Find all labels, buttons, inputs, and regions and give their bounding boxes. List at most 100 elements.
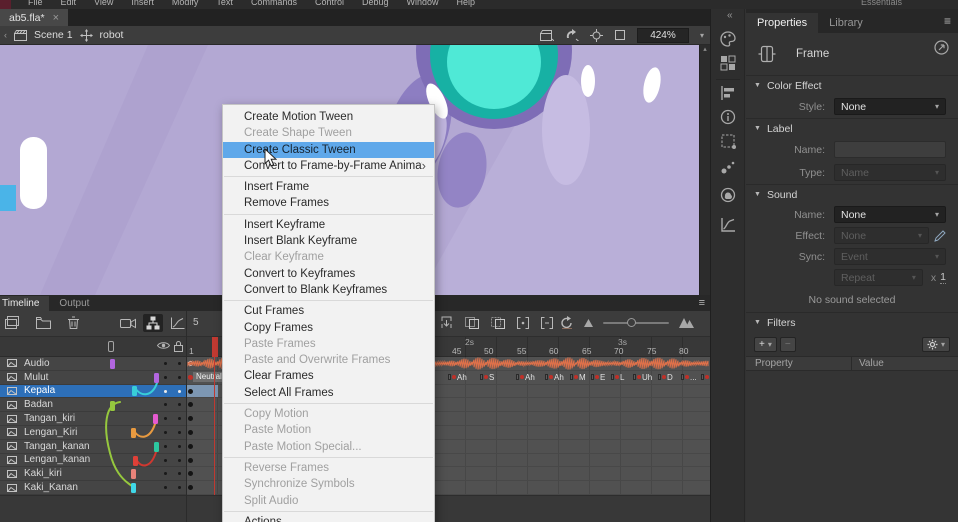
style-dropdown[interactable]: None▾ (834, 98, 946, 115)
layer-row[interactable]: Kepala (0, 385, 186, 399)
context-menu-item[interactable]: Clear Frames (223, 368, 434, 384)
layer-visibility-dot[interactable] (164, 390, 167, 393)
swatches-icon[interactable] (720, 55, 736, 71)
mouth-keyframe[interactable]: D (658, 372, 673, 383)
layer-row[interactable]: Badan (0, 398, 186, 412)
context-menu-item[interactable]: Insert Frame (223, 179, 434, 195)
layer-lock-dot[interactable] (178, 403, 181, 406)
keyframe-dot[interactable] (188, 458, 193, 463)
layer-lock-dot[interactable] (178, 472, 181, 475)
context-menu-item[interactable]: Convert to Keyframes (223, 266, 434, 282)
tab-properties[interactable]: Properties (746, 13, 818, 33)
breadcrumb-scene[interactable]: Scene 1 (34, 29, 73, 41)
stage-camera-icon[interactable] (540, 29, 554, 41)
layer-row[interactable]: Kaki_kiri (0, 467, 186, 481)
menu-item-file[interactable]: File (19, 0, 52, 9)
layer-row[interactable]: Tangan_kiri (0, 412, 186, 426)
section-sound[interactable]: ▼ Sound (746, 184, 958, 204)
context-menu-item[interactable]: Insert Blank Keyframe (223, 233, 434, 249)
layer-lock-dot[interactable] (178, 431, 181, 434)
loop-playback-icon[interactable] (560, 316, 574, 330)
mouth-keyframe[interactable]: M (570, 372, 586, 383)
eye-icon[interactable] (157, 341, 170, 350)
context-menu-item[interactable]: Cut Frames (223, 303, 434, 319)
add-filter-button[interactable]: +▾ (754, 337, 777, 352)
keyframe-dot[interactable] (188, 471, 193, 476)
breadcrumb-symbol[interactable]: robot (100, 29, 124, 41)
onion-skin-icon[interactable] (465, 317, 479, 329)
context-menu-item[interactable]: Convert to Blank Keyframes (223, 282, 434, 298)
layer-row[interactable]: Lengan_Kiri (0, 426, 186, 440)
center-stage-icon[interactable] (590, 29, 603, 42)
timeline-zoom-slider[interactable] (603, 322, 669, 324)
mouth-keyframe[interactable]: S (480, 372, 494, 383)
label-name-input[interactable] (834, 141, 946, 158)
layer-row[interactable]: Lengan_kanan (0, 454, 186, 468)
zoom-level-input[interactable]: 424% (637, 28, 689, 43)
layer-visibility-dot[interactable] (164, 472, 167, 475)
menu-item-text[interactable]: Text (207, 0, 242, 9)
camera-layer-icon[interactable] (120, 317, 136, 329)
context-menu-item[interactable]: Select All Frames (223, 385, 434, 401)
keyframe-dot[interactable] (188, 430, 193, 435)
layer-lock-dot[interactable] (178, 376, 181, 379)
context-menu-item[interactable]: Actions (223, 514, 434, 522)
clip-content-icon[interactable] (614, 29, 626, 41)
modify-markers-icon[interactable] (541, 317, 553, 329)
mouth-keyframe[interactable]: L (611, 372, 624, 383)
layer-lock-dot[interactable] (178, 459, 181, 462)
menu-item-edit[interactable]: Edit (52, 0, 86, 9)
graph-view-icon[interactable] (170, 317, 185, 330)
menu-item-window[interactable]: Window (398, 0, 448, 9)
layer-lock-dot[interactable] (178, 390, 181, 393)
mouth-keyframe[interactable]: ... (681, 372, 697, 383)
layer-lock-dot[interactable] (178, 417, 181, 420)
keyframe-dot[interactable] (188, 444, 193, 449)
remove-filter-button[interactable]: − (780, 337, 796, 352)
layer-lock-dot[interactable] (178, 445, 181, 448)
edit-symbols-icon[interactable] (565, 29, 579, 41)
layer-row[interactable]: Tangan_kanan (0, 440, 186, 454)
zoom-in-frames-icon[interactable] (679, 318, 694, 328)
history-panel-icon[interactable] (720, 159, 736, 175)
edit-envelope-icon[interactable] (934, 230, 946, 242)
onion-outline-icon[interactable] (491, 317, 505, 329)
layer-lock-dot[interactable] (178, 362, 181, 365)
tab-timeline[interactable]: Timeline (0, 296, 49, 311)
menu-item-modify[interactable]: Modify (163, 0, 208, 9)
layer-visibility-dot[interactable] (164, 431, 167, 434)
stage-scrollbar[interactable]: ▴ (699, 45, 710, 295)
motion-editor-icon[interactable] (720, 217, 736, 233)
layer-visibility-dot[interactable] (164, 417, 167, 420)
section-color-effect[interactable]: ▼ Color Effect (746, 75, 958, 95)
layer-visibility-dot[interactable] (164, 486, 167, 489)
menu-item-view[interactable]: View (85, 0, 122, 9)
new-layer-icon[interactable] (5, 316, 19, 329)
menu-item-control[interactable]: Control (306, 0, 353, 9)
layer-lock-dot[interactable] (178, 486, 181, 489)
layer-visibility-dot[interactable] (164, 403, 167, 406)
collapse-panel-icon[interactable]: « (727, 10, 733, 21)
tab-library[interactable]: Library (818, 13, 874, 33)
mouth-keyframe[interactable]: Ah (545, 372, 564, 383)
properties-panel-menu-icon[interactable]: ≡ (944, 14, 951, 28)
section-filters[interactable]: ▼ Filters (746, 312, 958, 332)
layer-visibility-dot[interactable] (164, 445, 167, 448)
keyframe-dot[interactable] (188, 402, 193, 407)
parenting-view-toggle[interactable] (143, 314, 163, 332)
document-tab[interactable]: ab5.fla* × (0, 9, 68, 26)
back-chevron-icon[interactable]: ‹ (4, 30, 7, 40)
sound-name-dropdown[interactable]: None▾ (834, 206, 946, 223)
tab-output[interactable]: Output (49, 296, 99, 311)
menu-item-help[interactable]: Help (448, 0, 485, 9)
info-panel-icon[interactable] (720, 109, 736, 125)
repeat-times-value[interactable]: 1 (940, 271, 946, 284)
lock-icon[interactable] (174, 341, 183, 352)
mouth-keyframe[interactable]: S (701, 372, 710, 383)
menu-item-insert[interactable]: Insert (122, 0, 163, 9)
layer-row[interactable]: Mulut (0, 371, 186, 385)
workspace-switcher[interactable]: Essentials (861, 0, 902, 9)
zoom-dropdown-icon[interactable]: ▾ (700, 31, 704, 40)
edit-multiple-frames-icon[interactable] (517, 317, 529, 329)
new-folder-icon[interactable] (36, 317, 51, 329)
